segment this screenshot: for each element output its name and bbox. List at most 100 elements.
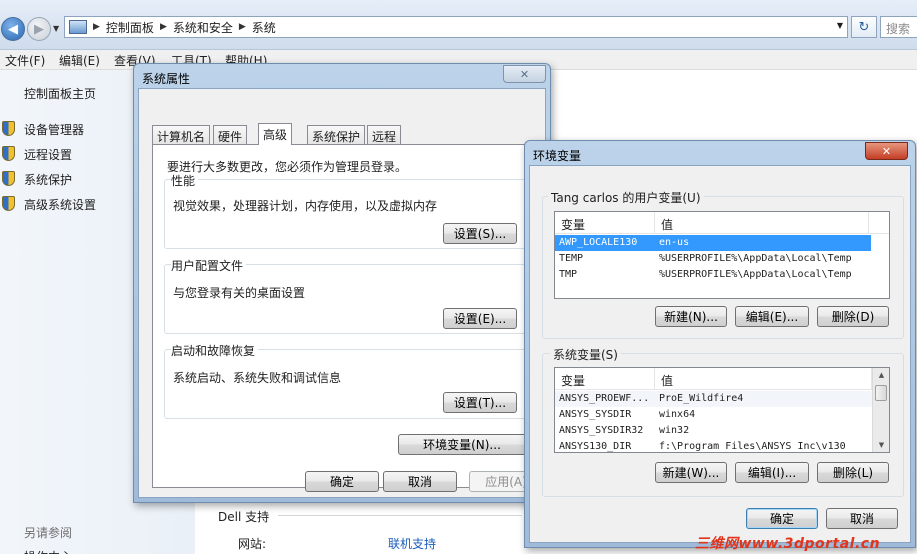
refresh-icon: ↻ <box>858 19 870 35</box>
user-delete-button[interactable]: 删除(D) <box>817 306 889 327</box>
system-edit-button[interactable]: 编辑(I)... <box>735 462 809 483</box>
performance-settings-button[interactable]: 设置(S)... <box>443 223 517 244</box>
ok-button[interactable]: 确定 <box>305 471 379 492</box>
vertical-scrollbar[interactable]: ▲ ▼ <box>872 368 889 452</box>
column-header-value[interactable]: 值 <box>655 212 869 234</box>
tab-hardware[interactable]: 硬件 <box>213 125 248 144</box>
remote-settings-link[interactable]: 远程设置 <box>24 146 72 163</box>
variable-name: ANSYS130_DIR <box>559 441 632 452</box>
scroll-thumb[interactable] <box>875 385 887 401</box>
user-profiles-description: 与您登录有关的桌面设置 <box>173 286 306 300</box>
action-center-link[interactable]: 操作中心 <box>24 548 72 554</box>
chevron-right-icon[interactable]: ▶ <box>239 22 246 32</box>
forward-button[interactable]: ▶ <box>27 17 51 41</box>
user-profiles-settings-button[interactable]: 设置(E)... <box>443 308 517 329</box>
list-item[interactable]: AWP_LOCALE130 en-us <box>555 235 871 251</box>
menu-file[interactable]: 文件(F) <box>5 52 45 69</box>
scroll-down-icon[interactable]: ▼ <box>873 438 889 452</box>
shield-icon <box>2 121 15 136</box>
dialog-title: 环境变量 <box>533 149 582 163</box>
tab-advanced[interactable]: 高级 <box>258 123 293 145</box>
close-icon: ✕ <box>519 67 530 81</box>
see-also-heading: 另请参阅 <box>24 526 73 540</box>
system-new-button[interactable]: 新建(W)... <box>655 462 727 483</box>
list-item[interactable]: TMP %USERPROFILE%\AppData\Local\Temp <box>555 267 871 283</box>
menu-edit[interactable]: 编辑(E) <box>59 52 100 69</box>
user-variables-list[interactable]: 变量 值 AWP_LOCALE130 en-us TEMP %USERPROFI… <box>554 211 890 299</box>
close-button[interactable]: ✕ <box>503 65 546 83</box>
recent-pages-dropdown[interactable]: ▼ <box>53 24 59 33</box>
breadcrumb-item[interactable]: 系统和安全 <box>173 19 233 36</box>
address-bar: ◀ ▶ ▼ ▶ 控制面板 ▶ 系统和安全 ▶ 系统 ▼ ↻ 搜索 <box>0 0 917 50</box>
chevron-right-icon[interactable]: ▶ <box>93 22 100 32</box>
variable-value: winx64 <box>659 409 696 420</box>
startup-recovery-settings-button[interactable]: 设置(T)... <box>443 392 517 413</box>
site-watermark: 三维网www.3dportal.cn <box>695 536 881 552</box>
user-profiles-label: 用户配置文件 <box>171 257 247 274</box>
column-header-variable[interactable]: 变量 <box>555 212 655 234</box>
chevron-down-icon[interactable]: ▼ <box>837 21 843 30</box>
dialog-body: Tang carlos 的用户变量(U) 变量 值 AWP_LOCALE130 … <box>529 165 911 543</box>
variable-name: TMP <box>559 269 578 280</box>
system-properties-dialog: 系统属性 ✕ 计算机名 硬件 高级 系统保护 远程 要进行大多数更改，您必须作为… <box>133 63 552 503</box>
cancel-button[interactable]: 取消 <box>826 508 898 529</box>
variable-value: f:\Program Files\ANSYS Inc\v130 <box>659 441 846 452</box>
column-header-variable[interactable]: 变量 <box>555 368 655 390</box>
tab-remote[interactable]: 远程 <box>367 125 402 144</box>
variable-name: TEMP <box>559 253 584 264</box>
search-placeholder: 搜索 <box>886 22 911 36</box>
breadcrumb[interactable]: ▶ 控制面板 ▶ 系统和安全 ▶ 系统 ▼ <box>64 16 848 38</box>
list-item[interactable]: ANSYS_PROEWF... ProE_Wildfire4 <box>555 391 872 407</box>
list-item[interactable]: TEMP %USERPROFILE%\AppData\Local\Temp <box>555 251 871 267</box>
refresh-button[interactable]: ↻ <box>851 16 877 38</box>
shield-icon <box>2 196 15 211</box>
variable-value: %USERPROFILE%\AppData\Local\Temp <box>659 269 852 280</box>
dialog-body: 计算机名 硬件 高级 系统保护 远程 要进行大多数更改，您必须作为管理员登录。 … <box>138 88 552 498</box>
environment-variables-dialog: 环境变量 ✕ Tang carlos 的用户变量(U) 变量 值 AWP_LOC… <box>524 140 916 548</box>
shield-icon <box>2 146 15 161</box>
ok-button[interactable]: 确定 <box>746 508 818 529</box>
variable-value: en-us <box>659 237 690 248</box>
breadcrumb-item[interactable]: 控制面板 <box>106 19 154 36</box>
breadcrumb-item[interactable]: 系统 <box>252 19 276 36</box>
tab-system-protection[interactable]: 系统保护 <box>307 125 366 144</box>
list-item[interactable]: ANSYS_SYSDIR32 win32 <box>555 423 872 439</box>
back-button[interactable]: ◀ <box>1 17 25 41</box>
arrow-right-icon: ▶ <box>34 21 44 37</box>
chevron-right-icon[interactable]: ▶ <box>160 22 167 32</box>
list-header: 变量 值 <box>555 368 872 390</box>
performance-description: 视觉效果，处理器计划，内存使用，以及虚拟内存 <box>173 199 438 213</box>
list-header: 变量 值 <box>555 212 889 234</box>
system-variables-list[interactable]: 变量 值 ANSYS_PROEWF... ProE_Wildfire4 ANSY… <box>554 367 890 453</box>
list-item[interactable]: ANSYS130_DIR f:\Program Files\ANSYS Inc\… <box>555 439 872 452</box>
user-new-button[interactable]: 新建(N)... <box>655 306 727 327</box>
online-support-link[interactable]: 联机支持 <box>388 535 436 552</box>
column-header-value[interactable]: 值 <box>655 368 872 390</box>
startup-recovery-description: 系统启动、系统失败和调试信息 <box>173 371 342 385</box>
advanced-settings-link[interactable]: 高级系统设置 <box>24 196 96 213</box>
cancel-button[interactable]: 取消 <box>383 471 457 492</box>
variable-value: win32 <box>659 425 690 436</box>
system-protection-link[interactable]: 系统保护 <box>24 171 72 188</box>
scroll-up-icon[interactable]: ▲ <box>873 368 889 382</box>
environment-variables-button[interactable]: 环境变量(N)... <box>398 434 526 455</box>
user-edit-button[interactable]: 编辑(E)... <box>735 306 809 327</box>
search-input[interactable]: 搜索 <box>880 16 917 38</box>
system-variables-label: 系统变量(S) <box>550 346 621 363</box>
system-delete-button[interactable]: 删除(L) <box>817 462 889 483</box>
control-panel-home-link[interactable]: 控制面板主页 <box>24 85 96 102</box>
variable-value: ProE_Wildfire4 <box>659 393 744 404</box>
admin-note: 要进行大多数更改，您必须作为管理员登录。 <box>167 160 408 174</box>
device-manager-link[interactable]: 设备管理器 <box>24 121 84 138</box>
close-button[interactable]: ✕ <box>865 142 908 160</box>
list-item[interactable]: ANSYS_SYSDIR winx64 <box>555 407 872 423</box>
close-icon: ✕ <box>881 144 892 158</box>
dialog-title: 系统属性 <box>142 72 191 86</box>
variable-name: ANSYS_SYSDIR32 <box>559 425 644 436</box>
tab-computer-name[interactable]: 计算机名 <box>152 125 211 144</box>
startup-recovery-label: 启动和故障恢复 <box>171 342 259 359</box>
dell-support-heading: Dell 支持 <box>218 510 270 524</box>
variable-name: AWP_LOCALE130 <box>559 237 638 248</box>
performance-label: 性能 <box>171 172 199 189</box>
user-variables-label: Tang carlos 的用户变量(U) <box>548 189 704 206</box>
